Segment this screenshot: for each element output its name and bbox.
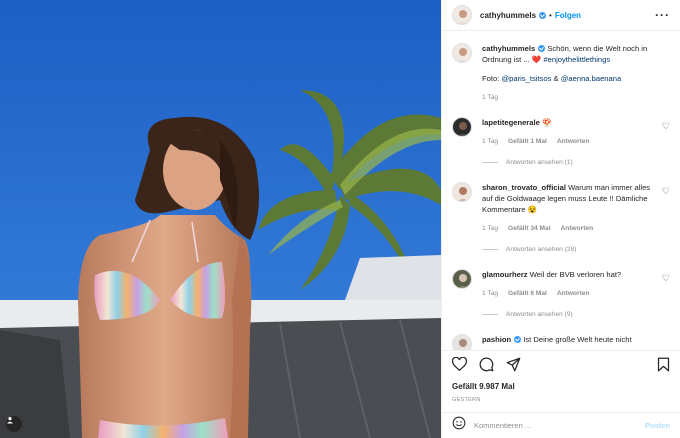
caption-hashtag-link[interactable]: #enjoythelittlethings — [543, 55, 610, 64]
verified-badge-icon — [539, 11, 547, 19]
caption: cathyhummels Schön, wenn die Welt noch i… — [452, 43, 670, 103]
user-tag-icon[interactable] — [6, 416, 22, 432]
comment-meta: 1 Tag Gefällt 1 Mal Antworten — [482, 136, 656, 147]
credit-user-link[interactable]: @aenna.baenana — [561, 74, 622, 83]
comment-time[interactable]: 1 Tag — [482, 136, 498, 147]
comment-item: pashion Ist Deine große Welt heute nicht — [452, 334, 670, 350]
action-bar — [442, 350, 680, 382]
post-photo[interactable] — [0, 0, 441, 438]
more-options-icon[interactable]: ··· — [655, 8, 670, 22]
comment-composer: Posten — [442, 412, 680, 438]
avatar[interactable] — [452, 182, 472, 202]
caption-meta: 1 Tag — [482, 92, 670, 103]
post-date: GESTERN — [452, 397, 481, 403]
comment-like-heart-icon[interactable]: ♡ — [662, 186, 670, 255]
header-username[interactable]: cathyhummels — [480, 11, 536, 20]
comment-body: pashion Ist Deine große Welt heute nicht — [482, 334, 670, 350]
comment-body: glamourherz Weil der BVB verloren hat? 1… — [482, 269, 656, 320]
credit-separator: & — [553, 74, 559, 83]
comment-username[interactable]: lapetitegenerale — [482, 118, 540, 127]
likes-count[interactable]: Gefällt 9.987 Mal — [442, 382, 680, 391]
comment-body: sharon_trovato_official Warum man immer … — [482, 182, 656, 255]
comment-text: Ist Deine große Welt heute nicht — [523, 335, 632, 344]
heart-icon[interactable] — [451, 356, 468, 376]
verified-badge-icon — [538, 45, 546, 52]
comment-likes[interactable]: Gefällt 34 Mal — [508, 223, 551, 234]
reply-button[interactable]: Antworten — [557, 288, 590, 299]
avatar[interactable] — [452, 5, 472, 25]
comment-input[interactable] — [474, 421, 645, 430]
post-button[interactable]: Posten — [645, 421, 670, 430]
reply-button[interactable]: Antworten — [561, 223, 594, 234]
comment-like-heart-icon[interactable]: ♡ — [662, 121, 670, 168]
comment-item: sharon_trovato_official Warum man immer … — [452, 182, 670, 255]
comment-text: Weil der BVB verloren hat? — [529, 270, 622, 279]
credit-user-link[interactable]: @paris_tsitsos — [501, 74, 551, 83]
post-sidebar: cathyhummels • Folgen ··· cathyhummels S… — [441, 0, 680, 438]
caption-username[interactable]: cathyhummels — [482, 44, 535, 53]
caption-time[interactable]: 1 Tag — [482, 92, 498, 103]
smiley-icon[interactable] — [452, 416, 466, 435]
verified-badge-icon — [514, 336, 522, 343]
comment-text: 🍄 — [541, 118, 552, 127]
comment-username[interactable]: glamourherz — [482, 270, 528, 279]
photo-credit: Foto: @paris_tsitsos & @aenna.baenana — [482, 73, 670, 84]
comment-icon[interactable] — [479, 357, 494, 377]
comment-time[interactable]: 1 Tag — [482, 288, 498, 299]
comment-username[interactable]: sharon_trovato_official — [482, 183, 566, 192]
caption-body: cathyhummels Schön, wenn die Welt noch i… — [482, 43, 670, 103]
avatar[interactable] — [452, 43, 472, 63]
comments-list[interactable]: cathyhummels Schön, wenn die Welt noch i… — [442, 31, 680, 350]
comment-meta: 1 Tag Gefällt 6 Mal Antworten — [482, 288, 656, 299]
comment-body: lapetitegenerale 🍄 1 Tag Gefällt 1 Mal A… — [482, 117, 656, 168]
comment-like-heart-icon[interactable]: ♡ — [662, 273, 670, 320]
view-replies-button[interactable]: Antworten ansehen (1) — [482, 157, 656, 168]
post-header: cathyhummels • Folgen ··· — [442, 0, 680, 31]
avatar[interactable] — [452, 334, 472, 350]
comment-likes[interactable]: Gefällt 1 Mal — [508, 136, 547, 147]
send-icon[interactable] — [506, 357, 521, 377]
view-replies-button[interactable]: Antworten ansehen (9) — [482, 309, 656, 320]
comment-item: glamourherz Weil der BVB verloren hat? 1… — [452, 269, 670, 320]
comment-time[interactable]: 1 Tag — [482, 223, 498, 234]
credit-prefix: Foto: — [482, 74, 500, 83]
instagram-post: cathyhummels • Folgen ··· cathyhummels S… — [0, 0, 680, 438]
reply-button[interactable]: Antworten — [557, 136, 590, 147]
comment-likes[interactable]: Gefällt 6 Mal — [508, 288, 547, 299]
follow-button[interactable]: Folgen — [555, 11, 581, 20]
photo-illustration — [0, 0, 441, 438]
avatar[interactable] — [452, 269, 472, 289]
caption-emoji: ❤️ — [531, 55, 542, 64]
comment-item: lapetitegenerale 🍄 1 Tag Gefällt 1 Mal A… — [452, 117, 670, 168]
avatar[interactable] — [452, 117, 472, 137]
comment-meta: 1 Tag Gefällt 34 Mal Antworten — [482, 223, 656, 234]
comment-username[interactable]: pashion — [482, 335, 511, 344]
header-separator: • — [549, 10, 552, 20]
bookmark-icon[interactable] — [657, 357, 670, 377]
view-replies-button[interactable]: Antworten ansehen (28) — [482, 244, 656, 255]
